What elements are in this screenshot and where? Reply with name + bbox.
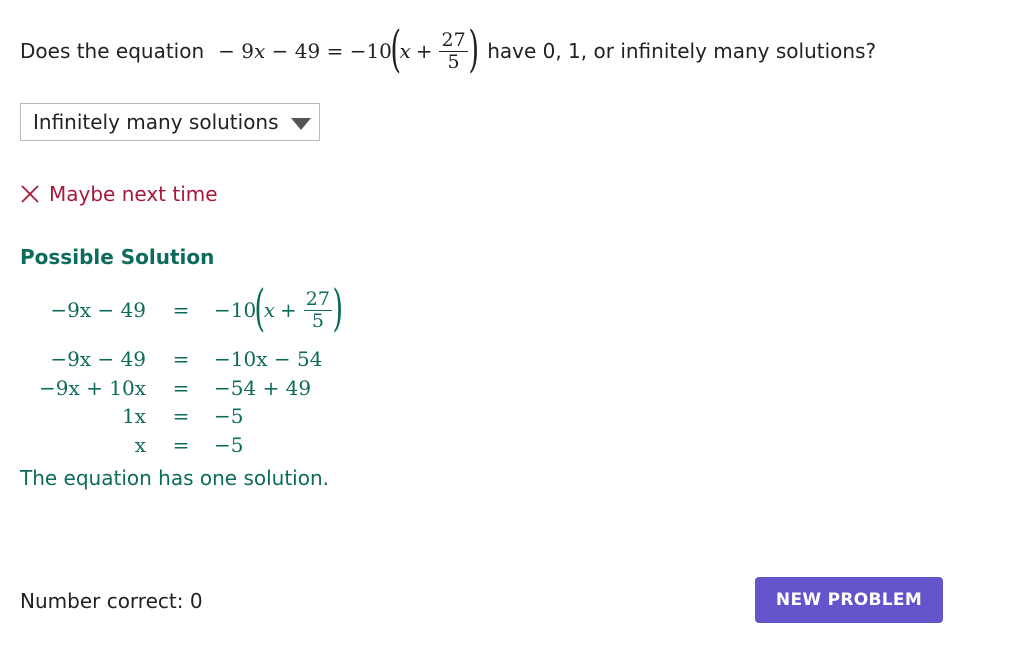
step-rhs: −10x − 54 [214,347,323,371]
step-equals: = [172,347,190,371]
question-prefix: Does the equation [20,39,205,63]
solution-step: −9x − 49 = −10x − 54 [20,344,420,374]
step-lhs: −9x − 49 [50,347,146,371]
step-equals: = [172,298,190,322]
solution-step: 1x = −5 [20,401,420,431]
right-paren: ) [468,20,479,78]
equation-op: + [415,39,433,63]
feedback-message: Maybe next time [20,182,218,206]
step-lhs: −9x − 49 [50,298,146,322]
solution-title: Possible Solution [20,245,215,269]
step-rhs: −10 ( x + 27 5 ) [214,279,344,337]
left-paren: ( [390,20,402,78]
step-rhs: −5 [214,404,244,428]
dropdown-selected-value: Infinitely many solutions [33,110,279,134]
equation-lhs: − 9x − 49 = −10 [218,39,392,63]
fraction-numerator: 27 [439,28,468,52]
equation-fraction: 27 5 [439,28,468,73]
step-rhs: −5 [214,433,244,457]
step-fraction: 27 5 [303,287,332,332]
question: Does the equation − 9x − 49 = −10 ( x + … [20,20,877,78]
solution-conclusion: The equation has one solution. [20,466,329,490]
right-paren: ) [332,279,344,337]
new-problem-button[interactable]: NEW PROBLEM [755,577,943,623]
fraction-denominator: 5 [447,50,460,73]
step-equals: = [172,404,190,428]
solution-step: x = −5 [20,430,420,460]
number-correct: Number correct: 0 [20,589,203,613]
step-equals: = [172,376,190,400]
step-lhs: 1x [121,404,146,428]
feedback-text: Maybe next time [49,182,218,206]
solution-step: −9x − 49 = −10 ( x + 27 5 ) [20,280,420,340]
step-equals: = [172,433,190,457]
left-paren: ( [254,279,266,337]
triangle-down-icon [290,117,311,130]
step-lhs: −9x + 10x [39,376,146,400]
question-equation: − 9x − 49 = −10 ( x + 27 5 ) [218,20,479,78]
solution-step: −9x + 10x = −54 + 49 [20,373,420,403]
step-lhs: x [134,433,146,457]
question-suffix: have 0, 1, or infinitely many solutions? [487,39,877,63]
step-rhs: −54 + 49 [214,376,312,400]
equation-var: x [399,39,411,63]
practice-page: Does the equation − 9x − 49 = −10 ( x + … [0,0,1032,645]
x-icon [21,185,39,203]
answer-dropdown[interactable]: Infinitely many solutions [20,103,320,141]
